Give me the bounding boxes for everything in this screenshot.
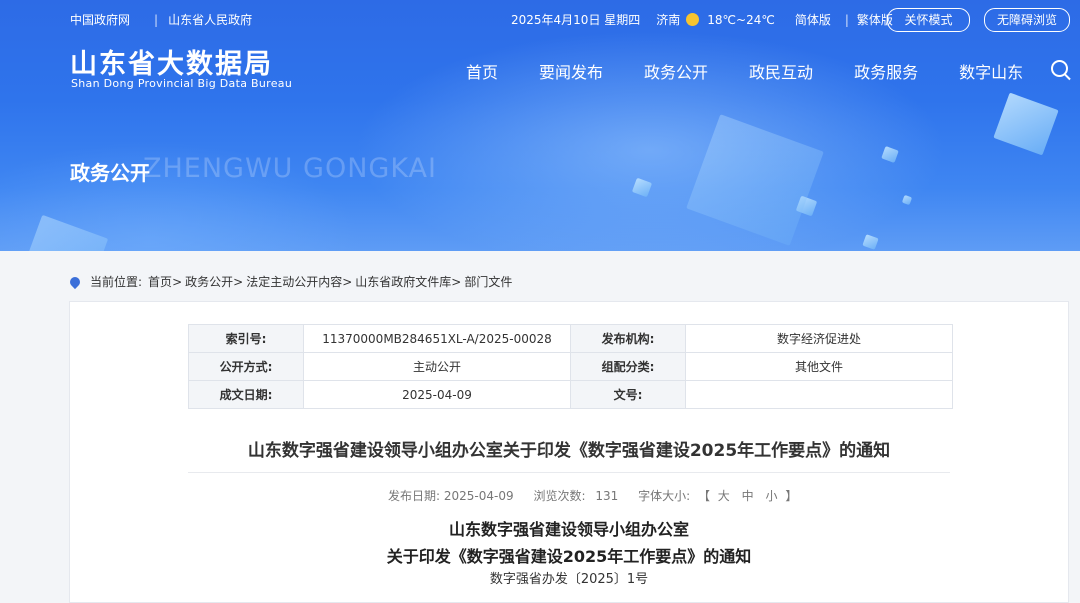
document-number: 数字强省办发〔2025〕1号 (489, 572, 649, 587)
breadcrumb-file-library[interactable]: 山东省政府文件库 (355, 273, 451, 290)
body-heading-line1: 山东数字强省建设领导小组办公室 (448, 520, 689, 539)
font-size-medium-button[interactable]: 中 (742, 489, 754, 503)
decor-cube (881, 145, 899, 164)
top-info: 2025年4月10日 星期四 济南 18℃~24℃ 简体版 | 繁体版 (511, 11, 903, 28)
views-label: 浏览次数: (533, 489, 586, 503)
meta-value: 主动公开 (303, 352, 571, 381)
meta-value: 数字经济促进处 (685, 324, 953, 353)
lang-simplified-link[interactable]: 简体版 (795, 11, 831, 28)
meta-value: 2025-04-09 (303, 380, 571, 409)
views-count: 131 (595, 489, 619, 503)
table-row: 公开方式: 主动公开 组配分类: 其他文件 (188, 352, 953, 381)
date-text: 2025年4月10日 星期四 (511, 13, 641, 27)
meta-key: 发布机构: (570, 324, 686, 353)
location-pin-icon (67, 274, 83, 289)
breadcrumb-home[interactable]: 首页 (148, 273, 172, 290)
title-divider (188, 472, 950, 473)
article-panel: 索引号: 11370000MB284651XL-A/2025-00028 发布机… (69, 301, 1069, 603)
meta-value (685, 380, 953, 409)
breadcrumb-dept-files[interactable]: 部门文件 (464, 273, 512, 290)
sun-icon (686, 13, 700, 26)
font-size-large-button[interactable]: 大 (718, 489, 730, 503)
meta-value: 其他文件 (685, 352, 953, 381)
nav-item-service[interactable]: 政务服务 (854, 59, 918, 83)
document-title: 山东数字强省建设领导小组办公室关于印发《数字强省建设2025年工作要点》的通知 (247, 441, 891, 461)
top-separator: | (154, 13, 159, 27)
nav-item-home[interactable]: 首页 (466, 59, 498, 83)
document-meta-table: 索引号: 11370000MB284651XL-A/2025-00028 发布机… (188, 324, 953, 409)
decor-cube (901, 194, 913, 206)
decor-cube (686, 114, 824, 246)
breadcrumb-gov-open[interactable]: 政务公开 (185, 273, 233, 290)
body-heading-line2: 关于印发《数字强省建设2025年工作要点》的通知 (386, 547, 752, 566)
nav-item-digital-sd[interactable]: 数字山东 (959, 59, 1023, 83)
publish-date-label: 发布日期: (388, 489, 441, 503)
decor-cube (862, 234, 879, 250)
meta-value: 11370000MB284651XL-A/2025-00028 (303, 324, 571, 353)
header-banner: 中国政府网 | 山东省人民政府 2025年4月10日 星期四 济南 18℃~24℃ … (0, 0, 1080, 251)
breadcrumb-sep: > (451, 274, 462, 289)
care-mode-button[interactable]: 关怀模式 (887, 8, 970, 32)
temperature-text: 18℃~24℃ (707, 12, 775, 27)
breadcrumb-sep: > (172, 274, 183, 289)
main-nav: 首页 要闻发布 政务公开 政民互动 政务服务 数字山东 (466, 59, 1064, 83)
meta-key: 组配分类: (570, 352, 686, 381)
decor-cube (21, 214, 109, 251)
site-logo-subtitle: Shan Dong Provincial Big Data Bureau (71, 77, 293, 90)
document-info-bar: 发布日期: 2025-04-09 浏览次数: 131 字体大小: 【 大 中 小… (388, 487, 797, 504)
meta-key: 公开方式: (188, 352, 304, 381)
publish-date-value: 2025-04-09 (443, 489, 514, 503)
lang-separator: | (844, 12, 849, 27)
font-size-small-button[interactable]: 小 (765, 489, 777, 503)
link-gov-cn[interactable]: 中国政府网 (70, 13, 130, 27)
font-size-label: 字体大小: (638, 489, 691, 503)
meta-key: 文号: (570, 380, 686, 409)
section-title-en: ZHENGWU GONGKAI (143, 153, 437, 184)
nav-item-gov-open[interactable]: 政务公开 (644, 59, 708, 83)
breadcrumb-sep: > (342, 274, 353, 289)
table-row: 成文日期: 2025-04-09 文号: (188, 380, 953, 409)
top-bar: 中国政府网 | 山东省人民政府 2025年4月10日 星期四 济南 18℃~24℃ … (0, 0, 1080, 36)
breadcrumb-label: 当前位置: (90, 275, 143, 289)
site-logo-title[interactable]: 山东省大数据局 (70, 42, 273, 81)
decor-cube (993, 92, 1059, 156)
decor-cube (631, 177, 653, 198)
font-bracket-close: 】 (785, 489, 798, 503)
section-title: 政务公开 (70, 161, 150, 185)
font-bracket-open: 【 (697, 489, 710, 503)
table-row: 索引号: 11370000MB284651XL-A/2025-00028 发布机… (188, 324, 953, 353)
nav-item-interaction[interactable]: 政民互动 (749, 59, 813, 83)
breadcrumb: 当前位置: 首页 > 政务公开 > 法定主动公开内容 > 山东省政府文件库 > 部门文件 (67, 273, 512, 290)
meta-key: 成文日期: (188, 380, 304, 409)
search-icon[interactable] (1051, 60, 1068, 77)
city-text: 济南 (656, 13, 681, 27)
nav-item-news[interactable]: 要闻发布 (539, 59, 603, 83)
breadcrumb-statutory[interactable]: 法定主动公开内容 (246, 273, 342, 290)
link-sd-gov[interactable]: 山东省人民政府 (168, 13, 252, 27)
meta-key: 索引号: (188, 324, 304, 353)
breadcrumb-sep: > (233, 274, 244, 289)
accessible-button[interactable]: 无障碍浏览 (984, 8, 1070, 32)
top-links: 中国政府网 | 山东省人民政府 (70, 11, 262, 28)
